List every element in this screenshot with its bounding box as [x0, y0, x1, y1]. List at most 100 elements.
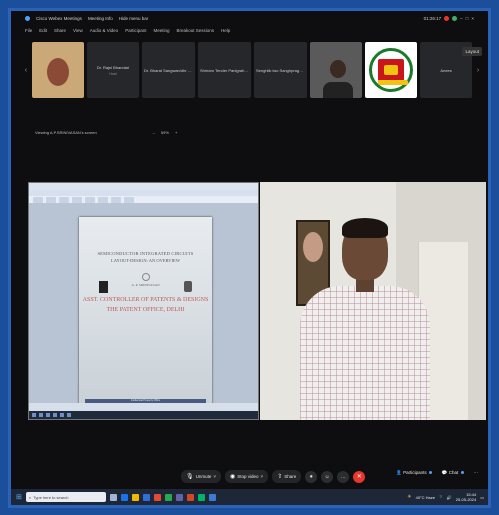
- more-options-button[interactable]: …: [337, 470, 350, 483]
- unmute-button[interactable]: 🎙 Unmute ˅: [181, 470, 222, 483]
- title-bar: Cisco Webex Meetings Meeting Info Hide m…: [11, 11, 488, 25]
- chevron-down-icon[interactable]: ˅: [213, 474, 216, 479]
- menu-breakout[interactable]: Breakout Sessions: [176, 28, 214, 33]
- taskbar-app-icon: [67, 413, 71, 417]
- active-speaker-video[interactable]: [260, 182, 486, 420]
- shared-taskbar: [29, 411, 258, 419]
- participant-tile-video[interactable]: [309, 42, 363, 98]
- ribbon-tool: [124, 197, 134, 203]
- participant-name: Dr. Bharat Sangwan/dhr (DTH...: [143, 67, 195, 73]
- logo-emblem: [378, 59, 405, 81]
- zoom-out-icon[interactable]: –: [153, 130, 155, 135]
- document-area: SEMICONDUCTOR INTEGRATED CIRCUITS LAYOUT…: [29, 204, 258, 411]
- record-button[interactable]: ⏺: [305, 470, 318, 483]
- slide-title-line2: LAYOUT-DESIGN: AN OVERVIEW: [110, 258, 181, 263]
- video-icon: ◉: [230, 474, 236, 480]
- menu-file[interactable]: File: [25, 28, 32, 33]
- clock[interactable]: 15:44 25-05-2024: [456, 492, 476, 502]
- controls-right: 👤 Participants 💬 Chat ⋯: [396, 470, 478, 476]
- slide-office: THE PATENT OFFICE, DELHI: [106, 307, 185, 313]
- windows-start-icon[interactable]: ⊞: [16, 493, 22, 501]
- system-tray: ☀ 40°C Haze ⌔ 🔊 15:44 25-05-2024 ▭: [407, 492, 488, 502]
- slide-circle-icon: [141, 273, 150, 281]
- participant-name: Dr. Rajni Bhandari: [96, 64, 130, 70]
- excel-icon[interactable]: [164, 493, 172, 501]
- taskbar-search-input[interactable]: ⌕ Type here to search: [25, 492, 106, 502]
- participant-name: Shriram Tender Panigrahy(SE...: [199, 67, 251, 73]
- search-placeholder: Type here to search: [33, 494, 69, 500]
- search-icon: ⌕: [28, 494, 32, 500]
- participant-tile-host[interactable]: Dr. Rajni Bhandari Host: [86, 42, 139, 98]
- security-icon: [452, 15, 458, 21]
- leave-meeting-button[interactable]: ✕: [353, 470, 366, 483]
- ip-logo-icon: [99, 281, 108, 293]
- shared-window-title: [29, 183, 258, 190]
- teams-icon[interactable]: [175, 493, 183, 501]
- ribbon-tool: [85, 197, 95, 203]
- slide-title-line1: SEMICONDUCTOR INTEGRATED CIRCUITS: [97, 251, 194, 256]
- webex-taskbar-icon[interactable]: [197, 493, 205, 501]
- participants-button[interactable]: 👤 Participants: [396, 470, 432, 476]
- video-head: [329, 60, 346, 78]
- zoom-in-icon[interactable]: +: [175, 130, 177, 135]
- controls-center: 🎙 Unmute ˅ ◉ Stop video ˅ ⇧ Share ⏺ ☺ … …: [181, 470, 366, 483]
- notification-dot: [460, 471, 464, 474]
- viewing-text: Viewing A.P.SRINIVASAN's screen: [35, 129, 97, 135]
- participant-tile-photo[interactable]: [31, 42, 84, 98]
- weather-icon[interactable]: ☀: [407, 494, 411, 500]
- stop-video-button[interactable]: ◉ Stop video ˅: [225, 470, 269, 483]
- wifi-icon[interactable]: ⌔: [439, 494, 443, 500]
- menu-view[interactable]: View: [73, 28, 83, 33]
- menu-edit[interactable]: Edit: [39, 28, 47, 33]
- participant-tile[interactable]: Senghlik iwo Sanghpragon(eg...: [253, 42, 307, 98]
- edge-icon[interactable]: [120, 493, 128, 501]
- share-button[interactable]: ⇧ Share: [272, 470, 302, 483]
- strip-prev-icon[interactable]: ‹: [23, 67, 29, 74]
- ribbon-tool: [33, 197, 43, 203]
- layout-button[interactable]: Layout: [462, 47, 482, 56]
- task-view-icon[interactable]: [109, 493, 117, 501]
- maximize-icon[interactable]: □: [466, 16, 469, 21]
- hide-menu-link[interactable]: Hide menu bar: [119, 16, 149, 21]
- share-label: Share: [284, 474, 297, 479]
- menu-share[interactable]: Share: [54, 28, 66, 33]
- webex-window: Cisco Webex Meetings Meeting Info Hide m…: [8, 8, 491, 508]
- chat-label: Chat: [448, 470, 459, 475]
- strip-next-icon[interactable]: ›: [475, 67, 481, 74]
- chevron-down-icon[interactable]: ˅: [261, 474, 264, 479]
- webex-logo-icon: [25, 15, 30, 21]
- more-panels-icon[interactable]: ⋯: [474, 470, 479, 476]
- participant-name: Anees: [440, 67, 452, 73]
- minimize-icon[interactable]: –: [460, 16, 463, 21]
- participant-tile[interactable]: Dr. Bharat Sangwan/dhr (DTH...: [141, 42, 195, 98]
- meeting-timer: 01:26:17: [423, 15, 442, 21]
- chat-button[interactable]: 💬 Chat: [442, 470, 464, 476]
- powerpoint-icon[interactable]: [186, 493, 194, 501]
- file-explorer-icon[interactable]: [131, 493, 139, 501]
- participant-tile[interactable]: Shriram Tender Panigrahy(SE...: [197, 42, 251, 98]
- shared-screen: SEMICONDUCTOR INTEGRATED CIRCUITS LAYOUT…: [28, 182, 259, 420]
- institution-logo: [369, 48, 414, 92]
- menu-meeting[interactable]: Meeting: [153, 28, 169, 33]
- close-icon[interactable]: ×: [471, 16, 474, 21]
- reactions-button[interactable]: ☺: [321, 470, 334, 483]
- menu-help[interactable]: Help: [221, 28, 230, 33]
- chat-icon: 💬: [441, 470, 448, 475]
- word-ribbon: [29, 190, 258, 204]
- participant-tile-logo[interactable]: [365, 42, 418, 98]
- notifications-icon[interactable]: ▭: [480, 495, 484, 500]
- volume-icon[interactable]: 🔊: [447, 495, 452, 500]
- menu-audio-video[interactable]: Audio & Video: [90, 28, 118, 33]
- zoom-level[interactable]: 59%: [161, 130, 169, 135]
- weather-text[interactable]: 40°C Haze: [416, 495, 435, 500]
- participant-strip: ‹ Dr. Rajni Bhandari Host Dr. Bharat San…: [23, 39, 481, 101]
- video-body: [322, 82, 353, 98]
- menu-participant[interactable]: Participant: [125, 28, 146, 33]
- word-icon[interactable]: [142, 493, 150, 501]
- taskbar-app-icon: [53, 413, 57, 417]
- meeting-info-link[interactable]: Meeting Info: [88, 16, 113, 21]
- chrome-icon[interactable]: [153, 493, 161, 501]
- layout-label: Layout: [465, 49, 479, 54]
- participant-avatar: [46, 58, 69, 86]
- outlook-icon[interactable]: [208, 493, 216, 501]
